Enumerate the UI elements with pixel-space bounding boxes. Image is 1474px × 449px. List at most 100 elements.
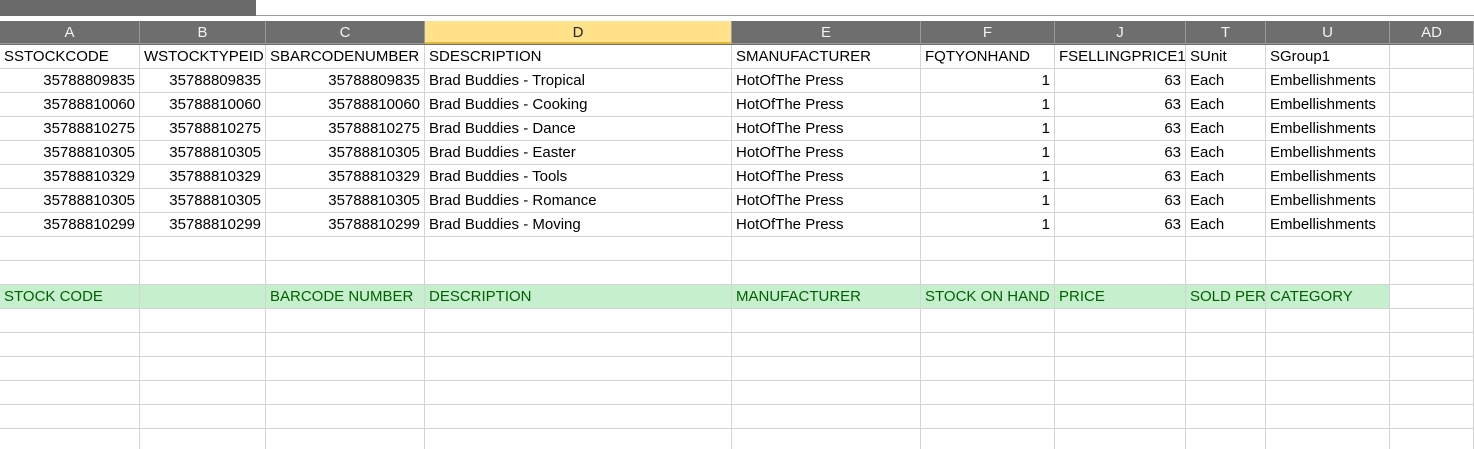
- cell-c-r7[interactable]: 35788810305: [266, 189, 425, 213]
- cell-f-r3[interactable]: 1: [921, 93, 1055, 117]
- cell-b-r17[interactable]: [140, 429, 266, 449]
- cell-a-r9[interactable]: [0, 237, 140, 261]
- cell-u-r15[interactable]: [1266, 381, 1390, 405]
- cell-d-r14[interactable]: [425, 357, 732, 381]
- cell-a-r4[interactable]: 35788810275: [0, 117, 140, 141]
- cell-a-r3[interactable]: 35788810060: [0, 93, 140, 117]
- cell-a-r10[interactable]: [0, 261, 140, 285]
- cell-b-r11[interactable]: [140, 285, 266, 309]
- cell-j-r12[interactable]: [1055, 309, 1186, 333]
- cell-d-r16[interactable]: [425, 405, 732, 429]
- cell-u-r11[interactable]: CATEGORY: [1266, 285, 1390, 309]
- cell-c-r4[interactable]: 35788810275: [266, 117, 425, 141]
- cell-j-r13[interactable]: [1055, 333, 1186, 357]
- cell-b-r16[interactable]: [140, 405, 266, 429]
- cell-t-r2[interactable]: Each: [1186, 69, 1266, 93]
- cell-u-r2[interactable]: Embellishments: [1266, 69, 1390, 93]
- cell-b-r10[interactable]: [140, 261, 266, 285]
- column-header-c[interactable]: C: [266, 21, 425, 44]
- cell-u-r3[interactable]: Embellishments: [1266, 93, 1390, 117]
- column-header-d[interactable]: D: [425, 21, 732, 44]
- cell-u-r13[interactable]: [1266, 333, 1390, 357]
- cell-e-r3[interactable]: HotOfThe Press: [732, 93, 921, 117]
- cell-e-r16[interactable]: [732, 405, 921, 429]
- cell-a-r7[interactable]: 35788810305: [0, 189, 140, 213]
- cell-ad-r9[interactable]: [1390, 237, 1474, 261]
- cell-a-r13[interactable]: [0, 333, 140, 357]
- cell-u-r12[interactable]: [1266, 309, 1390, 333]
- cell-d-r11[interactable]: DESCRIPTION: [425, 285, 732, 309]
- cell-t-r8[interactable]: Each: [1186, 213, 1266, 237]
- cell-ad-r11[interactable]: [1390, 285, 1474, 309]
- cell-d-r17[interactable]: [425, 429, 732, 449]
- cell-f-r1[interactable]: FQTYONHAND: [921, 45, 1055, 69]
- cell-c-r17[interactable]: [266, 429, 425, 449]
- cell-a-r14[interactable]: [0, 357, 140, 381]
- cell-u-r8[interactable]: Embellishments: [1266, 213, 1390, 237]
- cell-j-r3[interactable]: 63: [1055, 93, 1186, 117]
- column-header-f[interactable]: F: [921, 21, 1055, 44]
- cell-t-r11[interactable]: SOLD PER: [1186, 285, 1266, 309]
- cell-b-r5[interactable]: 35788810305: [140, 141, 266, 165]
- cell-f-r7[interactable]: 1: [921, 189, 1055, 213]
- cell-t-r10[interactable]: [1186, 261, 1266, 285]
- cell-f-r9[interactable]: [921, 237, 1055, 261]
- cell-b-r3[interactable]: 35788810060: [140, 93, 266, 117]
- cell-ad-r12[interactable]: [1390, 309, 1474, 333]
- cell-b-r1[interactable]: WSTOCKTYPEID: [140, 45, 266, 69]
- cell-j-r17[interactable]: [1055, 429, 1186, 449]
- cell-j-r6[interactable]: 63: [1055, 165, 1186, 189]
- cell-c-r2[interactable]: 35788809835: [266, 69, 425, 93]
- cell-b-r12[interactable]: [140, 309, 266, 333]
- cell-j-r9[interactable]: [1055, 237, 1186, 261]
- column-header-u[interactable]: U: [1266, 21, 1390, 44]
- cell-d-r7[interactable]: Brad Buddies - Romance: [425, 189, 732, 213]
- cell-ad-r3[interactable]: [1390, 93, 1474, 117]
- cell-e-r11[interactable]: MANUFACTURER: [732, 285, 921, 309]
- column-header-a[interactable]: A: [0, 21, 140, 44]
- cell-j-r1[interactable]: FSELLINGPRICE1: [1055, 45, 1186, 69]
- cell-c-r6[interactable]: 35788810329: [266, 165, 425, 189]
- cell-d-r10[interactable]: [425, 261, 732, 285]
- cell-a-r6[interactable]: 35788810329: [0, 165, 140, 189]
- cell-u-r5[interactable]: Embellishments: [1266, 141, 1390, 165]
- cell-f-r13[interactable]: [921, 333, 1055, 357]
- cell-e-r2[interactable]: HotOfThe Press: [732, 69, 921, 93]
- cell-j-r7[interactable]: 63: [1055, 189, 1186, 213]
- cell-f-r14[interactable]: [921, 357, 1055, 381]
- cell-a-r11[interactable]: STOCK CODE: [0, 285, 140, 309]
- cell-ad-r16[interactable]: [1390, 405, 1474, 429]
- cell-t-r15[interactable]: [1186, 381, 1266, 405]
- cell-e-r4[interactable]: HotOfThe Press: [732, 117, 921, 141]
- cell-a-r5[interactable]: 35788810305: [0, 141, 140, 165]
- cell-e-r7[interactable]: HotOfThe Press: [732, 189, 921, 213]
- cell-e-r9[interactable]: [732, 237, 921, 261]
- cell-j-r8[interactable]: 63: [1055, 213, 1186, 237]
- cell-t-r12[interactable]: [1186, 309, 1266, 333]
- cell-f-r15[interactable]: [921, 381, 1055, 405]
- cell-b-r9[interactable]: [140, 237, 266, 261]
- cell-e-r8[interactable]: HotOfThe Press: [732, 213, 921, 237]
- cell-c-r8[interactable]: 35788810299: [266, 213, 425, 237]
- cell-ad-r8[interactable]: [1390, 213, 1474, 237]
- cell-b-r2[interactable]: 35788809835: [140, 69, 266, 93]
- cell-ad-r15[interactable]: [1390, 381, 1474, 405]
- cell-d-r12[interactable]: [425, 309, 732, 333]
- cell-e-r14[interactable]: [732, 357, 921, 381]
- cell-a-r12[interactable]: [0, 309, 140, 333]
- cell-c-r13[interactable]: [266, 333, 425, 357]
- cell-c-r5[interactable]: 35788810305: [266, 141, 425, 165]
- cell-ad-r2[interactable]: [1390, 69, 1474, 93]
- cell-d-r3[interactable]: Brad Buddies - Cooking: [425, 93, 732, 117]
- cell-b-r4[interactable]: 35788810275: [140, 117, 266, 141]
- cell-d-r1[interactable]: SDESCRIPTION: [425, 45, 732, 69]
- cell-d-r15[interactable]: [425, 381, 732, 405]
- cell-t-r17[interactable]: [1186, 429, 1266, 449]
- cell-b-r6[interactable]: 35788810329: [140, 165, 266, 189]
- cell-e-r17[interactable]: [732, 429, 921, 449]
- cell-e-r5[interactable]: HotOfThe Press: [732, 141, 921, 165]
- cell-t-r13[interactable]: [1186, 333, 1266, 357]
- cell-t-r4[interactable]: Each: [1186, 117, 1266, 141]
- cell-a-r15[interactable]: [0, 381, 140, 405]
- cell-u-r7[interactable]: Embellishments: [1266, 189, 1390, 213]
